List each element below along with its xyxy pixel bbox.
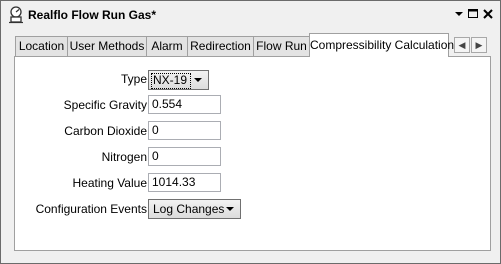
tab-scroll-buttons: ◀ ▶ — [454, 36, 490, 55]
tab-label: Alarm — [151, 39, 183, 53]
focus-rect — [151, 73, 191, 89]
title-bar: Realflo Flow Run Gas* — [1, 1, 500, 29]
configuration-events-value: Log Changes — [153, 202, 225, 216]
dropdown-arrow-icon[interactable] — [452, 7, 466, 21]
maximize-icon[interactable] — [466, 7, 480, 21]
tab-label: User Methods — [69, 39, 145, 53]
close-icon[interactable] — [481, 7, 495, 21]
carbon-dioxide-label: Carbon Dioxide — [64, 124, 147, 138]
window: Realflo Flow Run Gas* Location User Meth… — [0, 0, 501, 264]
tab-user-methods[interactable]: User Methods — [67, 36, 147, 56]
heating-value-input[interactable]: 1014.33 — [148, 173, 221, 192]
tab-label: Flow Run — [256, 39, 307, 53]
chevron-right-icon[interactable]: ▶ — [471, 37, 487, 53]
chevron-down-icon — [194, 78, 202, 82]
tab-label: Redirection — [190, 39, 251, 53]
nitrogen-label: Nitrogen — [101, 150, 147, 164]
type-select[interactable]: NX-19 — [148, 70, 209, 90]
tab-label: Compressibility Calculation — [310, 38, 455, 52]
tab-compressibility-calculation[interactable]: Compressibility Calculation — [309, 33, 454, 57]
gas-meter-icon — [9, 6, 23, 24]
tab-redirection[interactable]: Redirection — [187, 36, 254, 56]
nitrogen-input[interactable]: 0 — [148, 147, 221, 166]
configuration-events-label: Configuration Events — [35, 202, 147, 216]
tab-strip: Location User Methods Alarm Redirection … — [15, 33, 491, 57]
compressibility-panel: Type NX-19 Specific Gravity 0.554 Carbon… — [14, 56, 491, 251]
heating-value-label: Heating Value — [72, 176, 148, 190]
configuration-events-select[interactable]: Log Changes — [148, 199, 241, 219]
tab-label: Location — [18, 39, 65, 53]
specific-gravity-input[interactable]: 0.554 — [148, 95, 221, 114]
window-title: Realflo Flow Run Gas* — [28, 8, 157, 22]
tab-location[interactable]: Location — [15, 36, 68, 56]
tab-flow-run[interactable]: Flow Run — [253, 36, 310, 56]
carbon-dioxide-input[interactable]: 0 — [148, 121, 221, 140]
tab-alarm[interactable]: Alarm — [146, 36, 188, 56]
chevron-down-icon — [226, 207, 234, 211]
type-label: Type — [120, 72, 147, 86]
chevron-left-icon[interactable]: ◀ — [454, 37, 470, 53]
specific-gravity-label: Specific Gravity — [63, 98, 147, 112]
